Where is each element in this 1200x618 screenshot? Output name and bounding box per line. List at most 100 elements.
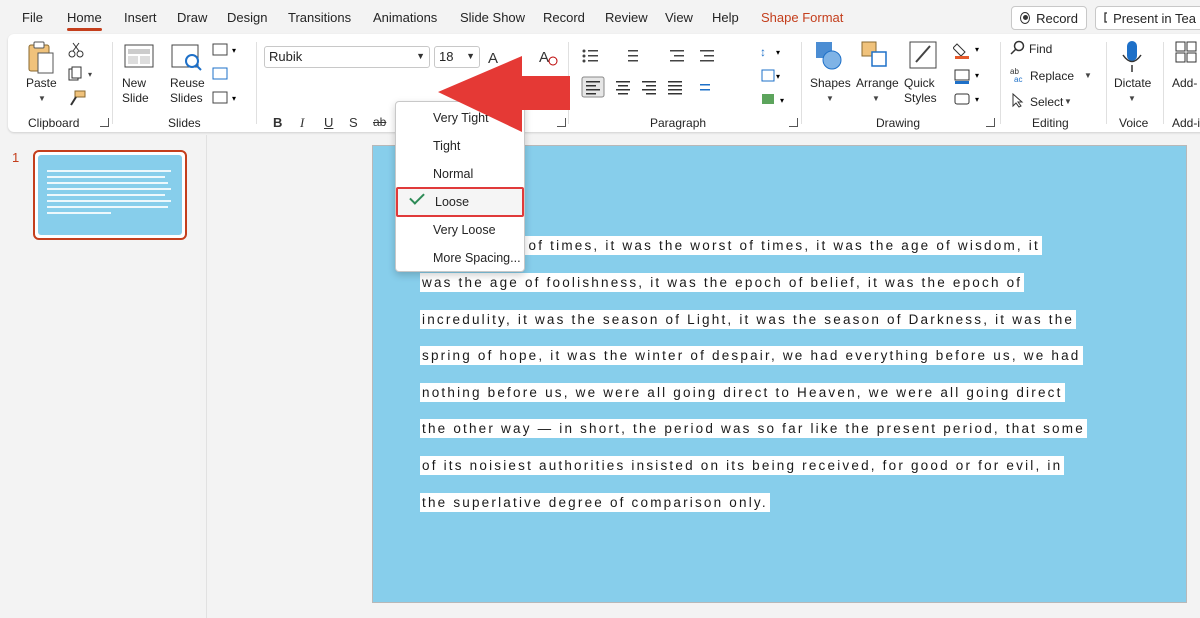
tab-insert[interactable]: Insert (124, 10, 157, 25)
slides-group-label: Slides (168, 116, 201, 130)
record-button[interactable]: Record (1011, 6, 1087, 30)
shapes-button[interactable]: Shapes (810, 76, 851, 91)
thumbnail-text-line (47, 182, 168, 184)
select-button[interactable]: Select (1030, 95, 1063, 109)
paragraph-dialog-launcher[interactable] (789, 118, 798, 127)
chevron-down-icon[interactable]: ▼ (1064, 97, 1072, 106)
present-in-teams-button[interactable]: Present in Tea (1095, 6, 1200, 30)
record-icon (1020, 12, 1031, 24)
arrange-icon[interactable] (860, 40, 890, 72)
clipboard-dialog-launcher[interactable] (100, 118, 109, 127)
paste-icon[interactable] (26, 40, 56, 76)
slide-text-line[interactable]: the superlative degree of comparison onl… (420, 493, 770, 512)
cut-icon[interactable] (68, 42, 84, 58)
arrange-button[interactable]: Arrange (856, 76, 899, 91)
menu-bar: File Home Insert Draw Design Transitions… (0, 0, 1200, 34)
select-cursor-icon[interactable] (1010, 92, 1026, 108)
group-separator (1000, 42, 1001, 124)
tab-record[interactable]: Record (543, 10, 585, 25)
paragraph-group-label: Paragraph (650, 116, 707, 130)
quick-styles-label-1[interactable]: Quick (904, 76, 935, 91)
slide-text-line[interactable]: was the age of foolishness, it was the e… (420, 273, 1025, 292)
svg-text:▾: ▾ (780, 96, 784, 105)
font-family-select[interactable]: Rubik ▼ (264, 46, 430, 68)
add-ins-button[interactable]: Add- (1172, 76, 1197, 91)
thumbnail-text-line (47, 188, 171, 190)
reuse-slides-label-1[interactable]: Reuse (170, 76, 205, 91)
checkmark-icon (409, 189, 425, 205)
menu-item-normal[interactable]: Normal (396, 160, 524, 188)
chevron-down-icon[interactable]: ▼ (872, 94, 880, 103)
microphone-icon[interactable] (1120, 40, 1144, 74)
slide-number: 1 (12, 150, 20, 165)
group-separator (1163, 42, 1164, 124)
group-separator (256, 42, 257, 124)
slide-text-line[interactable]: nothing before us, we were all going dir… (420, 383, 1065, 402)
text-direction-icons[interactable]: ↕ ▾ ▾ ▾ (760, 42, 794, 112)
editing-group-label: Editing (1032, 116, 1069, 130)
tab-file[interactable]: File (22, 10, 43, 25)
format-painter-icon[interactable] (68, 90, 86, 106)
chevron-down-icon[interactable]: ▼ (826, 94, 834, 103)
shape-fill-outline-icons[interactable]: ▾ ▾ ▾ (953, 40, 987, 110)
tab-draw[interactable]: Draw (177, 10, 207, 25)
slide-text-line[interactable]: spring of hope, it was the winter of des… (420, 346, 1083, 365)
group-separator (801, 42, 802, 124)
find-icon[interactable] (1010, 40, 1026, 56)
chevron-down-icon[interactable]: ▼ (1084, 71, 1092, 80)
find-button[interactable]: Find (1029, 42, 1052, 56)
tab-design[interactable]: Design (227, 10, 267, 25)
menu-item-tight[interactable]: Tight (396, 132, 524, 160)
reuse-slides-icon[interactable] (170, 42, 204, 72)
paragraph-tools-icons[interactable] (580, 46, 790, 126)
tab-review[interactable]: Review (605, 10, 648, 25)
thumbnail-text-line (47, 206, 168, 208)
menu-item-loose[interactable]: Loose (396, 187, 524, 217)
quick-styles-icon[interactable] (908, 40, 938, 72)
tab-view[interactable]: View (665, 10, 693, 25)
strikethrough-button[interactable]: ab (373, 115, 386, 129)
drawing-dialog-launcher[interactable] (986, 118, 995, 127)
slide-text-line[interactable]: the other way — in short, the period was… (420, 419, 1087, 438)
svg-text:▾: ▾ (975, 71, 979, 80)
new-slide-label-1[interactable]: New (122, 76, 146, 91)
new-slide-label-2[interactable]: Slide (122, 91, 149, 106)
tab-animations[interactable]: Animations (373, 10, 437, 25)
quick-styles-label-2[interactable]: Styles (904, 91, 937, 106)
tab-transitions[interactable]: Transitions (288, 10, 351, 25)
svg-text:▾: ▾ (975, 95, 979, 104)
shapes-icon[interactable] (814, 40, 844, 72)
chevron-down-icon: ▼ (416, 51, 425, 61)
paste-button[interactable]: Paste (26, 76, 57, 91)
slide-text-line[interactable]: of its noisiest authorities insisted on … (420, 456, 1065, 475)
underline-button[interactable]: U (324, 115, 333, 130)
tab-shape-format[interactable]: Shape Format (761, 10, 843, 25)
tab-help[interactable]: Help (712, 10, 739, 25)
paste-chevron-icon[interactable]: ▼ (38, 94, 46, 103)
add-ins-icon[interactable] (1174, 40, 1198, 70)
text-shadow-button[interactable]: S (349, 115, 358, 130)
replace-icon[interactable]: abac (1010, 66, 1026, 82)
menu-item-more-spacing[interactable]: More Spacing... (396, 244, 524, 272)
voice-group-label: Voice (1119, 116, 1149, 130)
present-icon (1104, 12, 1108, 23)
new-slide-icon[interactable] (122, 42, 158, 72)
reuse-slides-label-2[interactable]: Slides (170, 91, 203, 106)
svg-text:▾: ▾ (776, 72, 780, 81)
copy-icon[interactable]: ▾ (68, 66, 98, 82)
replace-button[interactable]: Replace (1030, 69, 1074, 83)
chevron-down-icon[interactable]: ▼ (1128, 94, 1136, 103)
dictate-button[interactable]: Dictate (1114, 76, 1151, 91)
svg-text:▾: ▾ (975, 45, 979, 54)
slide-text-line[interactable]: incredulity, it was the season of Light,… (420, 310, 1077, 329)
slide-text-line[interactable]: est of times, it was the worst of times,… (496, 236, 1042, 255)
slide-layout-icons[interactable]: ▾ ▾ (212, 42, 244, 106)
italic-button[interactable]: I (300, 115, 304, 131)
slide-thumbnail[interactable] (33, 150, 187, 240)
thumbnail-text-line (47, 200, 171, 202)
tab-home[interactable]: Home (67, 10, 102, 31)
thumbnail-text-line (47, 170, 171, 172)
menu-item-very-loose[interactable]: Very Loose (396, 216, 524, 244)
tab-slide-show[interactable]: Slide Show (460, 10, 525, 25)
bold-button[interactable]: B (273, 115, 282, 130)
